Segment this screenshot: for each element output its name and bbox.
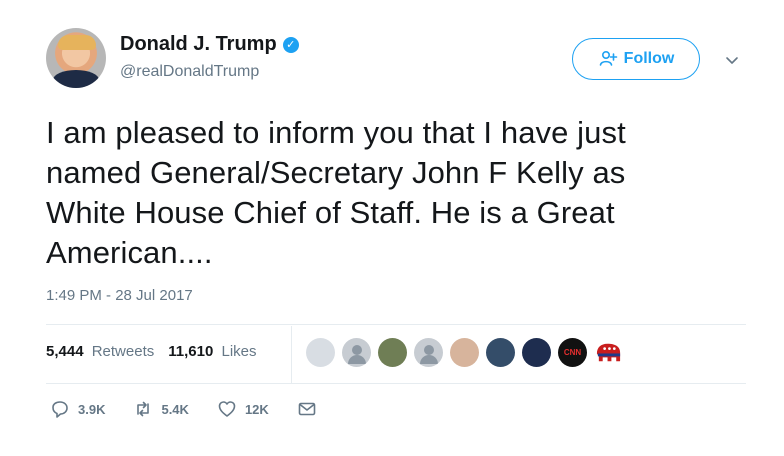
retweet-action[interactable]: 5.4K bbox=[133, 399, 189, 419]
tweet-stats: 5,444 Retweets 11,610 Likes bbox=[46, 343, 257, 360]
cnn-logo-label: CNN bbox=[563, 348, 582, 357]
reply-count: 3.9K bbox=[78, 401, 106, 417]
liker-avatar-4[interactable] bbox=[414, 338, 443, 367]
reply-icon bbox=[52, 401, 68, 418]
tweet-text: I am pleased to inform you that I have j… bbox=[46, 115, 626, 270]
verified-badge-icon: ✓ bbox=[282, 36, 299, 53]
chevron-down-icon[interactable] bbox=[724, 52, 740, 68]
follow-label: Follow bbox=[623, 50, 675, 67]
envelope-icon bbox=[298, 402, 316, 416]
retweets-label: Retweets bbox=[91, 343, 155, 360]
liker-avatar-2[interactable] bbox=[342, 338, 371, 367]
likes-label: Likes bbox=[221, 343, 257, 360]
like-count: 12K bbox=[244, 401, 269, 417]
liker-avatar-3[interactable] bbox=[378, 338, 407, 367]
stats-top-divider bbox=[46, 324, 746, 325]
liker-avatar-9[interactable] bbox=[594, 338, 623, 367]
likes-count: 11,610 bbox=[168, 343, 214, 360]
liker-avatars: CNN bbox=[306, 338, 623, 367]
retweets-stat[interactable]: 5,444 Retweets bbox=[46, 343, 154, 360]
likes-stat[interactable]: 11,610 Likes bbox=[168, 343, 256, 360]
liker-avatar-7[interactable] bbox=[522, 338, 551, 367]
person-plus-icon bbox=[599, 50, 617, 66]
follow-button[interactable]: Follow bbox=[572, 38, 700, 80]
user-handle[interactable]: @realDonaldTrump bbox=[120, 63, 259, 81]
liker-avatar-1[interactable] bbox=[306, 338, 335, 367]
retweet-count: 5.4K bbox=[161, 401, 189, 417]
liker-avatar-8[interactable]: CNN bbox=[558, 338, 587, 367]
tweet-actions: 3.9K 5.4K 12K bbox=[50, 399, 317, 419]
message-action[interactable] bbox=[297, 399, 317, 419]
display-name[interactable]: Donald J. Trump bbox=[120, 33, 277, 56]
actions-top-divider bbox=[46, 383, 746, 384]
liker-avatar-5[interactable] bbox=[450, 338, 479, 367]
like-action[interactable]: 12K bbox=[217, 399, 269, 419]
name-row: Donald J. Trump ✓ bbox=[120, 33, 299, 56]
heart-icon bbox=[218, 401, 236, 417]
retweet-icon bbox=[137, 401, 150, 417]
liker-avatar-6[interactable] bbox=[486, 338, 515, 367]
reply-action[interactable]: 3.9K bbox=[50, 399, 105, 419]
profile-avatar[interactable] bbox=[46, 28, 106, 88]
retweets-count: 5,444 bbox=[46, 343, 84, 360]
elephant-logo-icon bbox=[596, 343, 621, 362]
tweet-timestamp[interactable]: 1:49 PM - 28 Jul 2017 bbox=[46, 287, 193, 304]
tweet-header: Donald J. Trump ✓ @realDonaldTrump Follo… bbox=[46, 28, 756, 92]
stats-divider bbox=[291, 326, 292, 383]
